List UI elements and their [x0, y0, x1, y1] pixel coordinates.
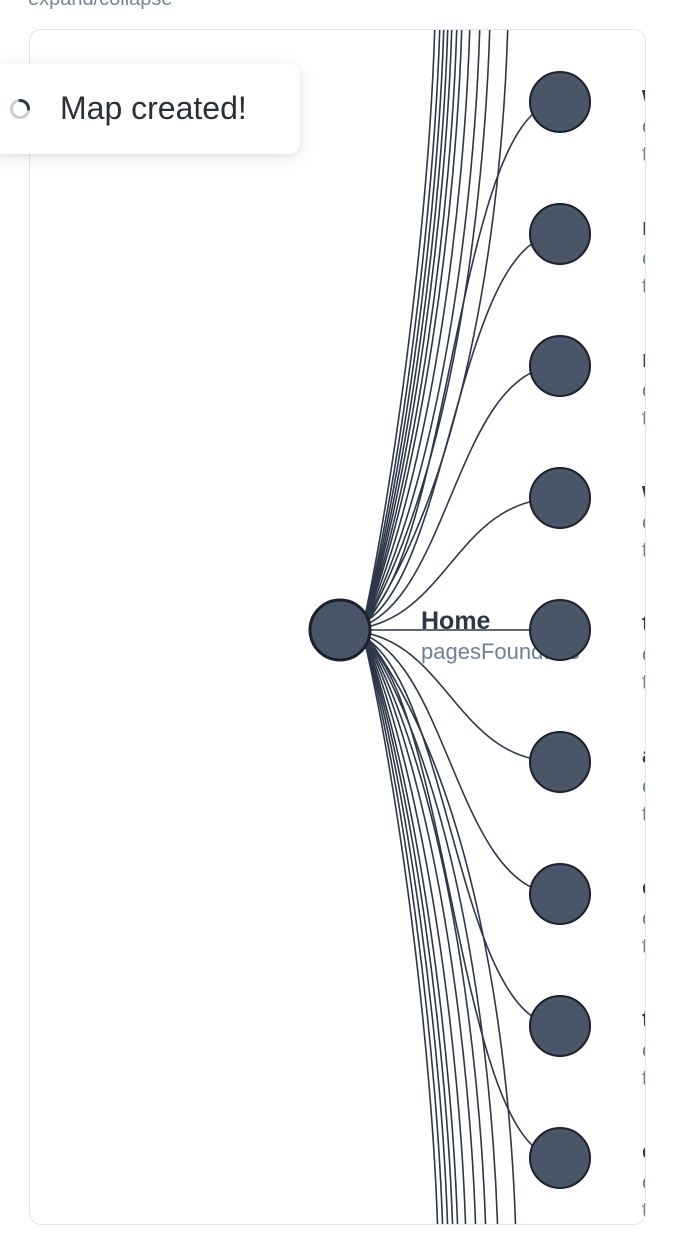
child-node-circle[interactable] — [529, 335, 591, 397]
child-node-line2: t — [642, 935, 646, 958]
child-node-line2: t — [642, 1199, 646, 1222]
child-node-circle[interactable] — [529, 731, 591, 793]
child-node[interactable]: act — [529, 731, 646, 826]
child-node-line1: c — [642, 511, 646, 534]
link-offscreen-bottom — [361, 629, 467, 1224]
child-node-line1: c — [642, 115, 646, 138]
link-to-child — [339, 629, 561, 1027]
child-node-circle[interactable] — [529, 467, 591, 529]
child-node-circle[interactable] — [529, 599, 591, 661]
child-node-line2: t — [642, 539, 646, 562]
child-node[interactable]: wct — [529, 467, 646, 562]
toast-message: Map created! — [60, 90, 247, 126]
child-node-title: t — [642, 1006, 646, 1033]
child-node[interactable]: rct — [529, 335, 646, 430]
success-toast: Map created! — [0, 64, 300, 154]
link-offscreen-top — [361, 30, 441, 631]
child-node-circle[interactable] — [529, 71, 591, 133]
child-node-line2: t — [642, 143, 646, 166]
child-node[interactable]: wct — [529, 71, 646, 166]
link-offscreen-top — [361, 30, 436, 631]
child-node[interactable]: tct — [529, 995, 646, 1090]
child-node-line1: c — [642, 247, 646, 270]
child-node-line2: t — [642, 803, 646, 826]
child-node-line2: t — [642, 275, 646, 298]
child-node-line2: t — [642, 671, 646, 694]
link-offscreen-bottom — [361, 629, 449, 1224]
child-node-line2: t — [642, 1067, 646, 1090]
expand-collapse-hint: expand/collapse — [28, 0, 173, 11]
child-node-title: w — [641, 82, 646, 109]
child-node-circle[interactable] — [529, 1127, 591, 1189]
child-node-title: w — [641, 478, 646, 505]
child-node[interactable]: rct — [529, 203, 646, 298]
child-node-line1: c — [642, 775, 646, 798]
child-node-circle[interactable] — [529, 995, 591, 1057]
child-node-line1: c — [642, 1171, 646, 1194]
child-node-line1: c — [642, 907, 646, 930]
child-node[interactable]: cct — [529, 863, 646, 958]
sitemap-canvas[interactable]: HomepagesFound: 23wctrctrctwcttctactcctt… — [29, 29, 646, 1225]
child-node-circle[interactable] — [529, 863, 591, 925]
link-offscreen-bottom — [361, 629, 477, 1224]
child-node-title: r — [642, 214, 646, 241]
child-node-circle[interactable] — [529, 203, 591, 265]
sitemap-tree: HomepagesFound: 23wctrctrctwcttctactcctt… — [308, 30, 646, 1224]
link-to-child — [339, 629, 561, 1159]
child-node-line1: c — [642, 1039, 646, 1062]
child-node-line1: c — [642, 379, 646, 402]
link-offscreen-top — [361, 30, 471, 631]
child-node-title: a — [642, 742, 646, 769]
child-node[interactable]: cct — [529, 1127, 646, 1222]
link-to-child — [339, 101, 561, 631]
root-node-title: Home — [421, 607, 491, 635]
child-node-title: c — [642, 1138, 646, 1165]
child-node-title: r — [642, 346, 646, 373]
loading-spinner-icon — [10, 99, 30, 119]
link-to-child — [339, 233, 561, 631]
child-node[interactable]: tct — [529, 599, 646, 694]
root-node-circle[interactable] — [308, 598, 372, 662]
child-node-title: t — [642, 610, 646, 637]
child-node-line2: t — [642, 407, 646, 430]
child-node-title: c — [642, 874, 646, 901]
child-node-line1: c — [642, 643, 646, 666]
